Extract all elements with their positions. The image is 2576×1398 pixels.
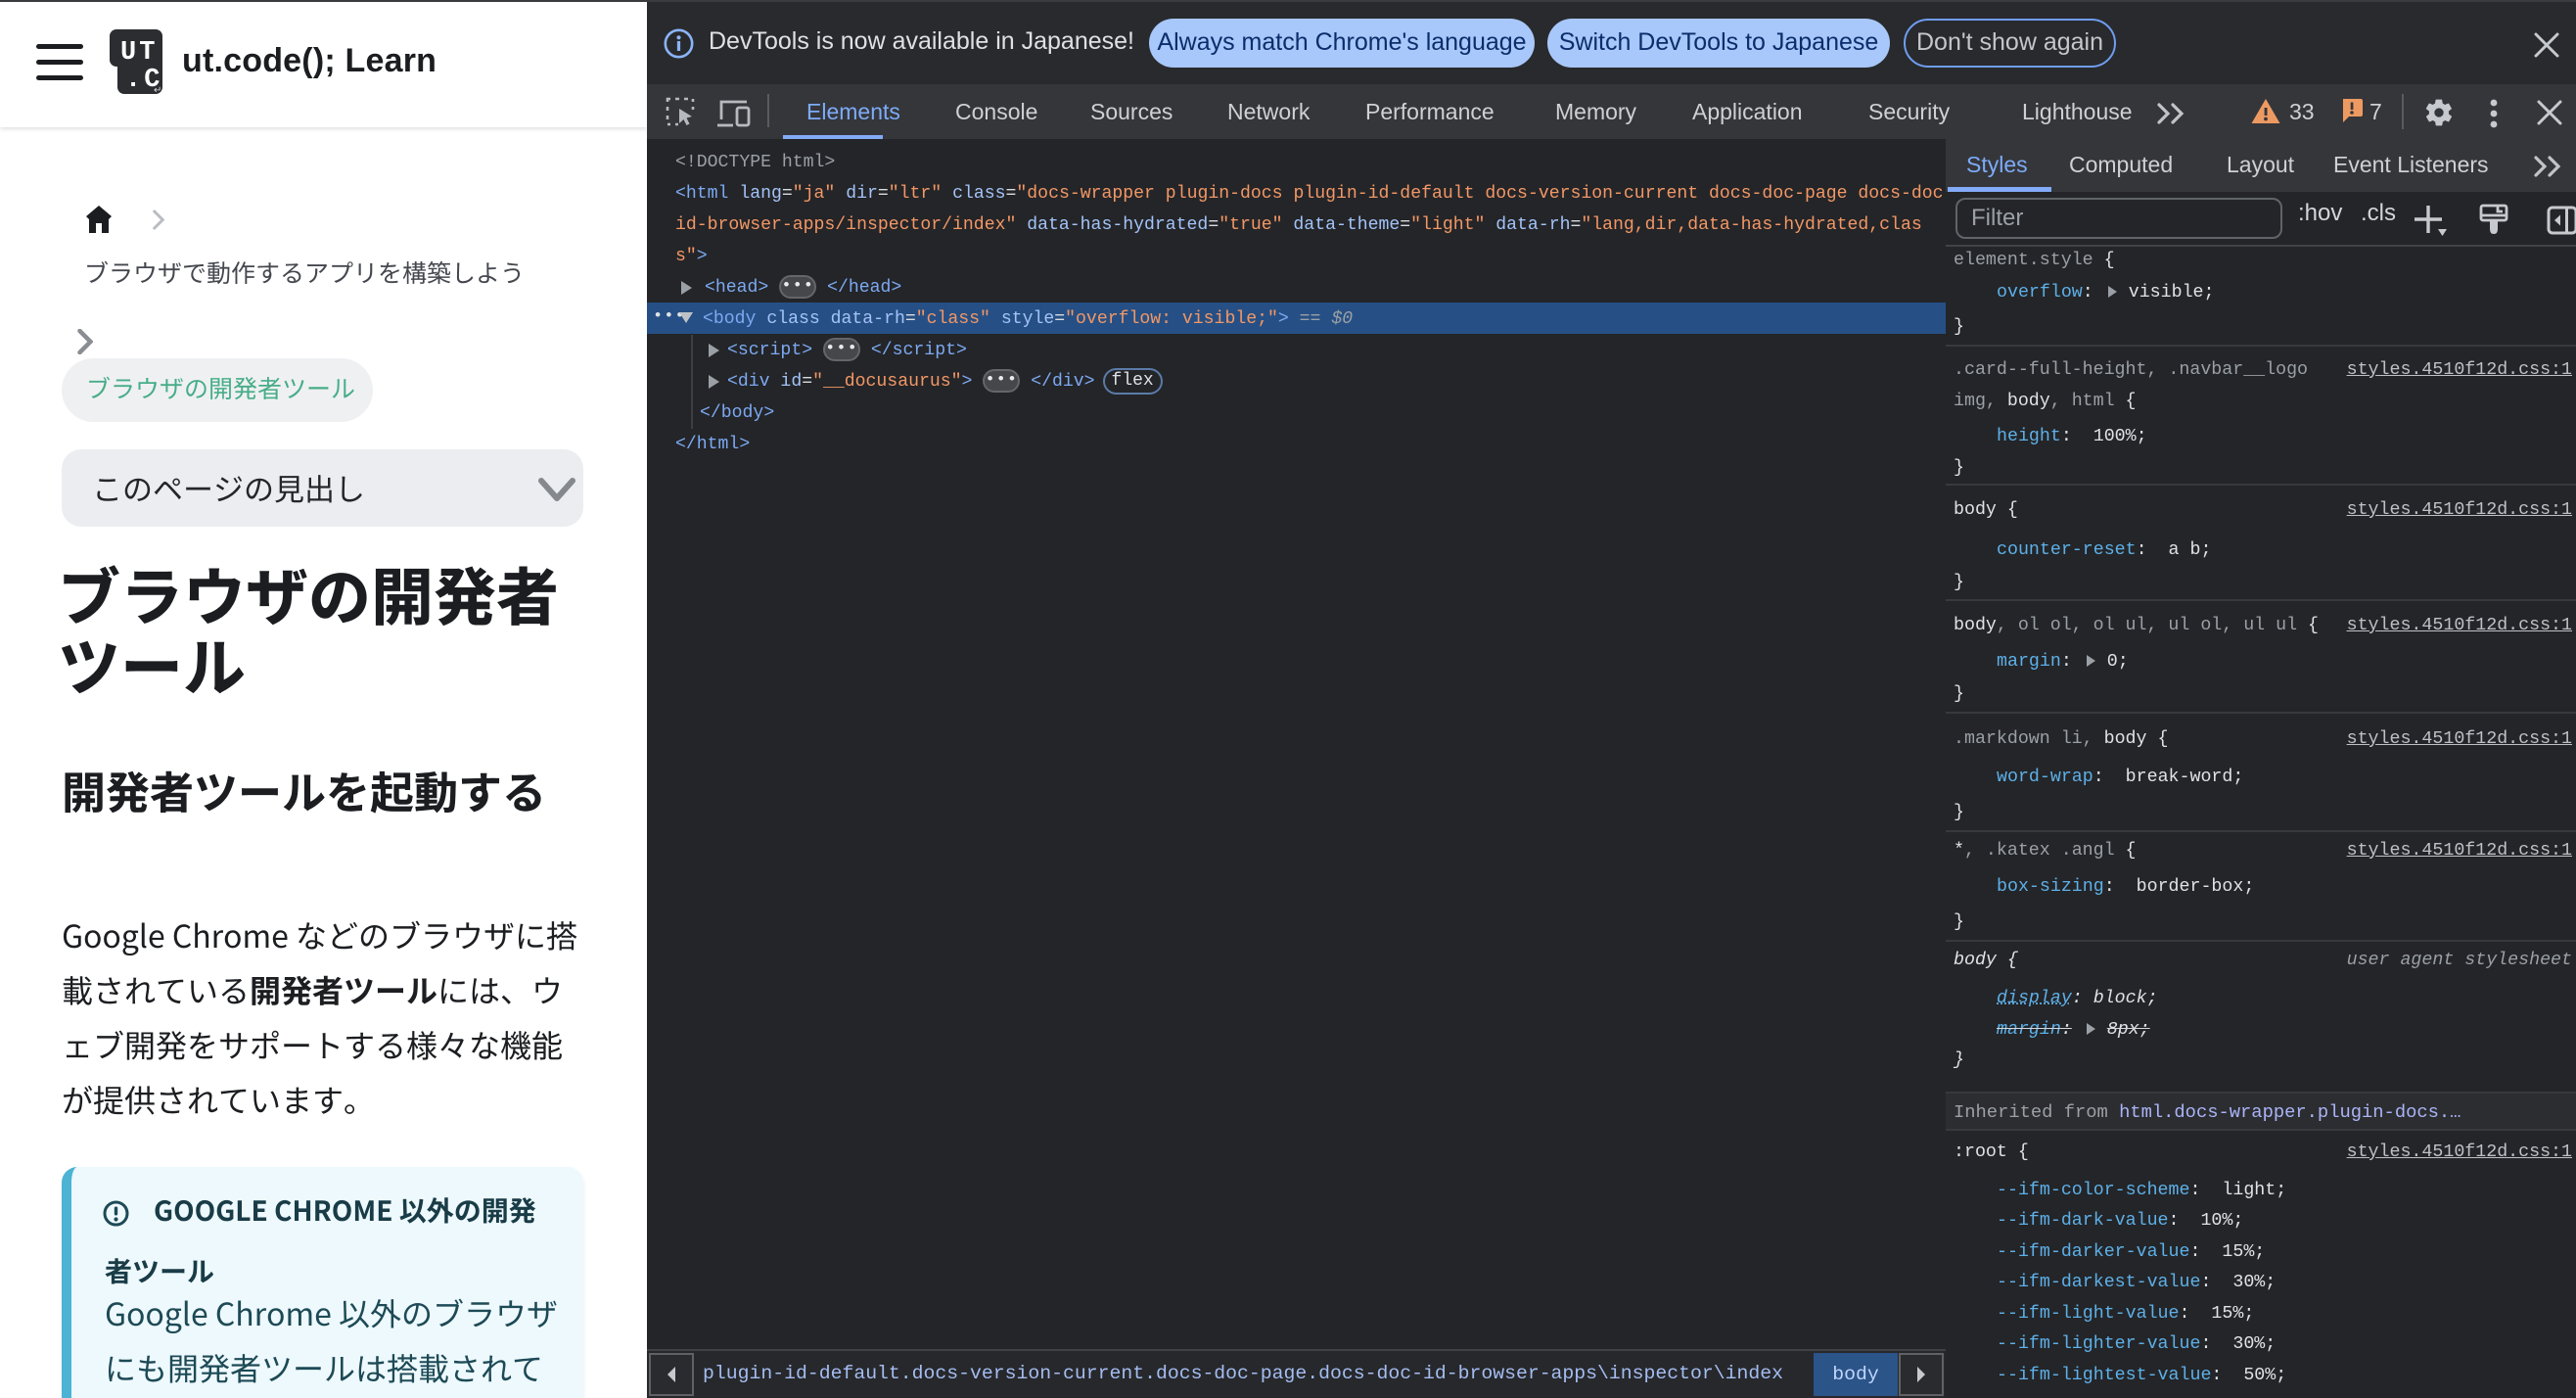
svg-text:UT: UT xyxy=(120,38,158,68)
svg-text:↵: ↵ xyxy=(154,85,161,94)
